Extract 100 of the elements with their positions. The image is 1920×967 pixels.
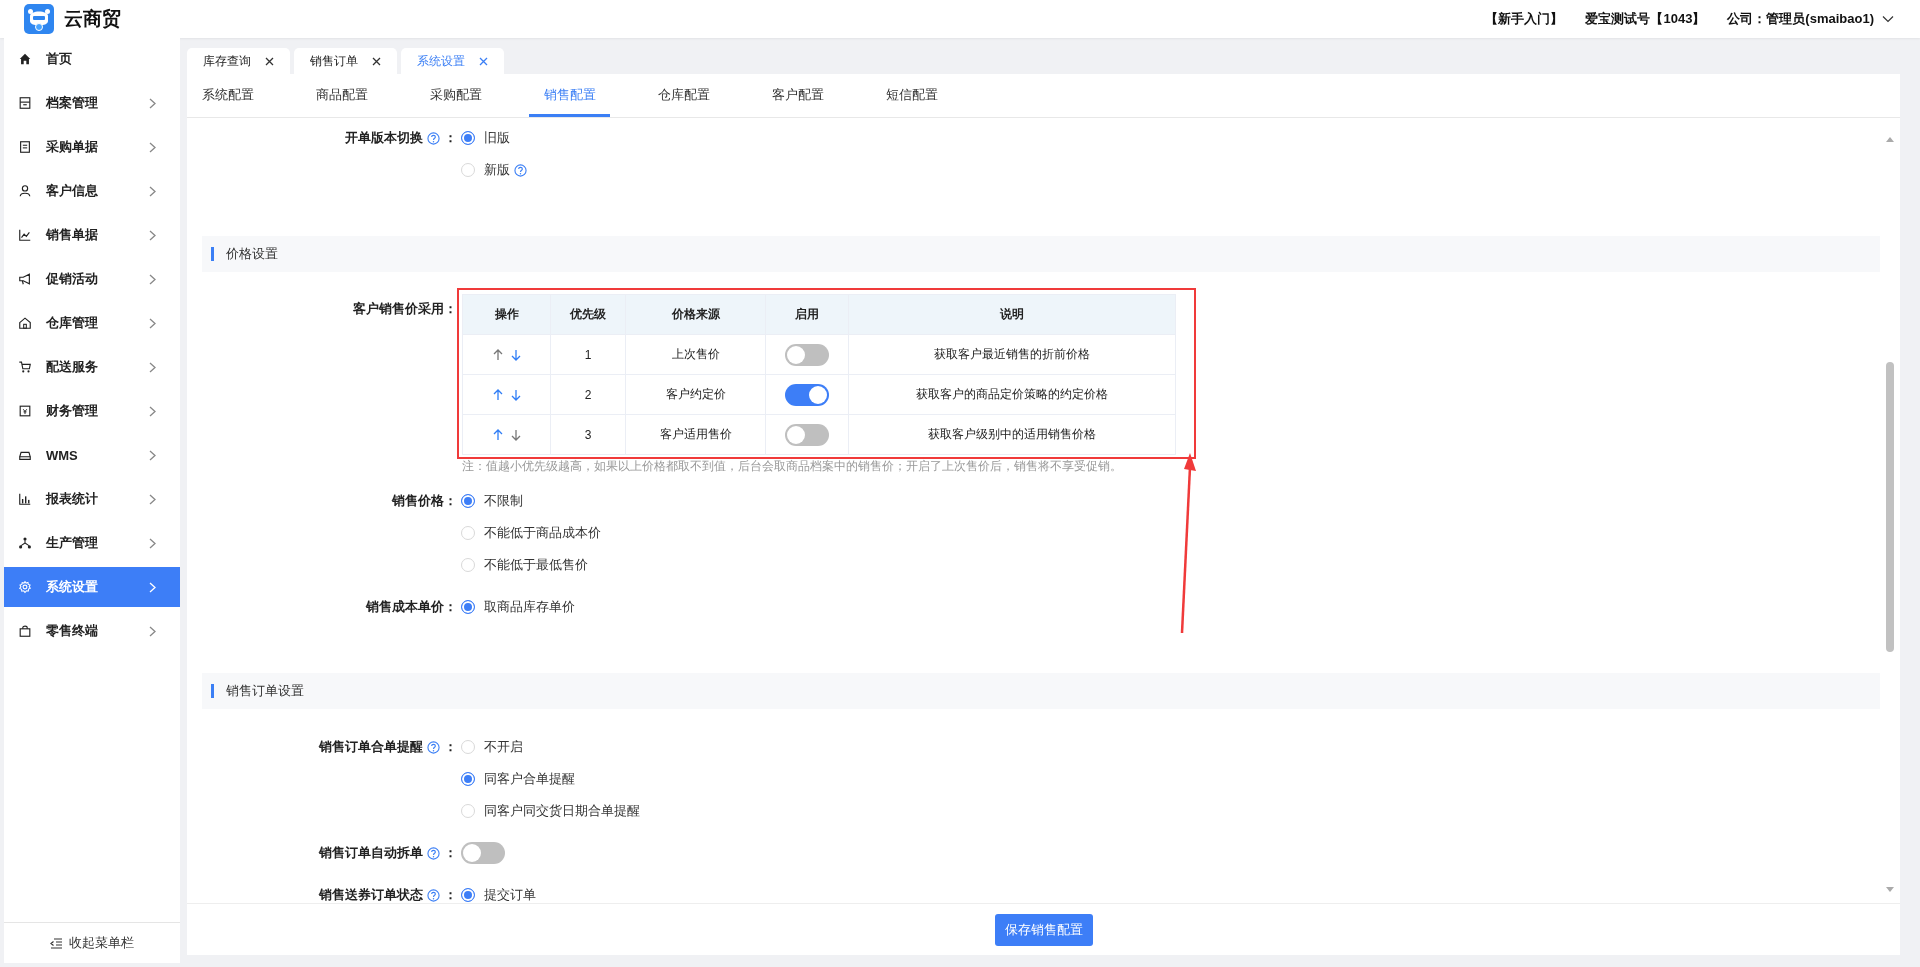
radio-option[interactable]: 取商品库存单价 [461,598,575,616]
chevron-icon [149,537,156,549]
page-tab[interactable]: 销售订单 [294,48,397,74]
arrow-down-icon[interactable] [510,389,521,402]
chevron-down-icon [1882,15,1894,23]
collapse-icon [50,937,63,949]
sidebar-item[interactable]: 档案管理 [4,83,180,123]
config-tab[interactable]: 采购配置 [415,74,496,117]
home-icon [18,52,32,66]
toggle-switch[interactable] [785,343,829,366]
column-header: 操作 [462,294,551,335]
table-note: 注：值越小优先级越高，如果以上价格都取不到值，后台会取商品档案中的销售价；开启了上次售价后，销售将不享受促销。 [462,458,1123,475]
sidebar-item[interactable]: 零售终端 [4,611,180,651]
sidebar-item[interactable]: 销售单据 [4,215,180,255]
scroll-down-icon[interactable] [1886,887,1894,893]
radio-option[interactable]: 提交订单 [461,886,536,903]
cabinet-icon [18,96,32,110]
sidebar-item[interactable]: 采购单据 [4,127,180,167]
app-name: 云商贸 [64,7,121,31]
chevron-icon [149,317,156,329]
section-header: 销售订单设置 [202,673,1880,709]
company-menu[interactable]: 公司：管理员(smaibao1) [1727,10,1894,28]
page-tab[interactable]: 系统设置 [401,48,504,74]
help-icon [427,846,440,860]
close-icon[interactable] [372,56,381,66]
table-cell: 上次售价 [625,334,766,375]
page-tab[interactable]: 库存查询 [187,48,290,74]
field-label: 开单版本切换 [345,129,423,147]
table-cell: 获取客户最近销售的折前价格 [848,334,1176,375]
column-header: 说明 [848,294,1176,335]
sidebar-item[interactable]: 财务管理 [4,391,180,431]
chevron-icon [149,229,156,241]
sidebar-item[interactable]: 客户信息 [4,171,180,211]
radio-option[interactable]: 不能低于最低售价 [461,556,588,574]
scrollbar[interactable] [1884,136,1896,893]
scroll-up-icon[interactable] [1886,136,1894,142]
sidebar-item[interactable]: 配送服务 [4,347,180,387]
field-label: 销售订单合单提醒 [319,738,423,756]
toggle-switch[interactable] [461,842,505,864]
chevron-icon [149,141,156,153]
help-icon [427,740,440,754]
network-icon [18,536,32,550]
config-tab[interactable]: 商品配置 [301,74,382,117]
label-colon: ： [444,738,457,756]
config-tab[interactable]: 仓库配置 [643,74,724,117]
table-cell: 3 [550,414,626,455]
radio-option[interactable]: 同客户同交货日期合单提醒 [461,802,640,820]
help-icon [427,131,440,145]
bar-chart-icon [18,492,32,506]
chevron-icon [149,185,156,197]
table-cell: 1 [550,334,626,375]
chevron-icon [149,273,156,285]
radio-option[interactable]: 新版 [461,161,510,179]
config-tab[interactable]: 客户配置 [757,74,838,117]
config-tab[interactable]: 销售配置 [529,74,610,117]
megaphone-icon [18,272,32,286]
user-icon [18,184,32,198]
table-cell: 客户约定价 [625,374,766,415]
bag-icon [18,624,32,638]
collapse-menu-button[interactable]: 收起菜单栏 [4,922,180,963]
header-link[interactable]: 【新手入门】 [1485,10,1564,28]
radio-option[interactable]: 不开启 [461,738,523,756]
chevron-icon [149,405,156,417]
sidebar-item[interactable]: 报表统计 [4,479,180,519]
arrow-up-icon[interactable] [492,429,503,442]
radio-option[interactable]: 旧版 [461,129,510,147]
field-label: 销售价格： [392,492,457,510]
toggle-switch[interactable] [785,383,829,406]
line-chart-icon [18,228,32,242]
close-icon[interactable] [265,56,274,66]
chevron-icon [149,449,156,461]
radio-option[interactable]: 同客户合单提醒 [461,770,575,788]
config-tab[interactable]: 系统配置 [187,74,268,117]
save-button[interactable]: 保存销售配置 [994,913,1093,946]
chevron-icon [149,581,156,593]
arrow-down-icon[interactable] [510,349,521,362]
field-label: 销售成本单价： [366,598,457,616]
sidebar-item[interactable]: 促销活动 [4,259,180,299]
label-colon: ： [444,129,457,147]
sidebar-item[interactable]: 首页 [4,39,180,79]
sidebar-item[interactable]: 生产管理 [4,523,180,563]
sidebar-item[interactable]: 系统设置 [4,567,180,607]
help-icon [427,888,440,902]
sidebar-item[interactable]: 仓库管理 [4,303,180,343]
safe-icon [18,404,32,418]
logo-icon [24,4,54,34]
column-header: 价格来源 [625,294,766,335]
table-cell: 获取客户的商品定价策略的约定价格 [848,374,1176,415]
config-tab[interactable]: 短信配置 [871,74,952,117]
radio-option[interactable]: 不能低于商品成本价 [461,524,601,542]
cart-icon [18,360,32,374]
label-colon: ： [444,886,457,903]
section-header: 价格设置 [202,236,1880,272]
arrow-up-icon[interactable] [492,389,503,402]
radio-option[interactable]: 不限制 [461,492,523,510]
toggle-switch[interactable] [785,423,829,446]
header-link[interactable]: 爱宝测试号【1043】 [1585,10,1706,28]
sidebar-item[interactable]: WMS [4,435,180,475]
label-colon: ： [444,844,457,862]
chevron-icon [149,625,156,637]
